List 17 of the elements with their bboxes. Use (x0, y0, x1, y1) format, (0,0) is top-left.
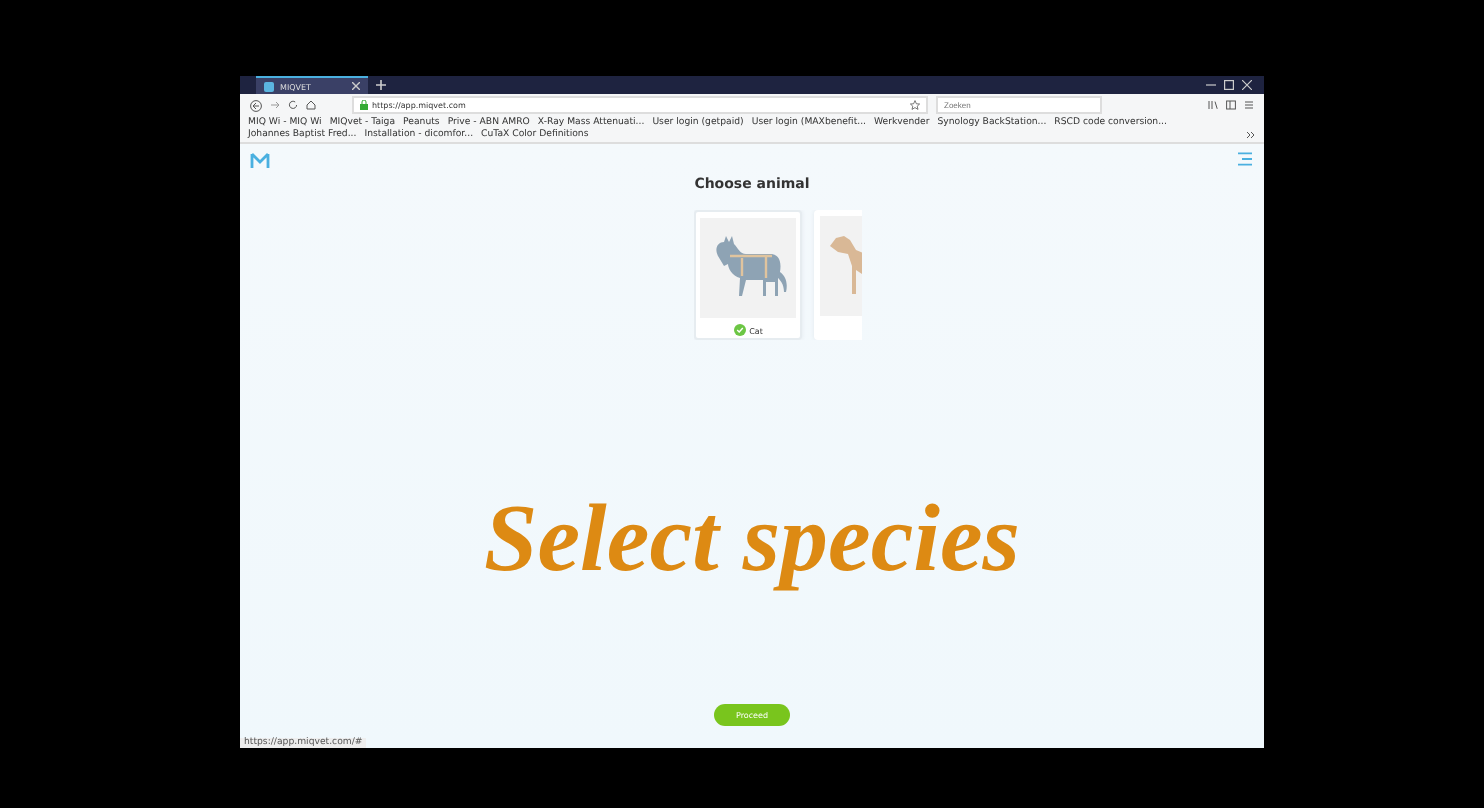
forward-icon[interactable] (270, 100, 280, 110)
maximize-icon[interactable] (1224, 80, 1234, 90)
check-icon (733, 324, 746, 336)
lock-icon (360, 100, 368, 110)
close-icon[interactable] (1242, 80, 1252, 90)
sidebar-icon[interactable] (1226, 100, 1236, 110)
caption-text: Select species (482, 484, 1022, 594)
chevron-icon[interactable] (1246, 130, 1256, 140)
minimize-icon[interactable] (1206, 80, 1216, 90)
library-icon[interactable] (1208, 100, 1218, 110)
back-icon[interactable] (250, 99, 262, 111)
logo-icon (264, 81, 274, 91)
star-icon[interactable] (910, 100, 920, 110)
reload-icon[interactable] (288, 100, 298, 110)
new-tab-icon[interactable] (376, 80, 386, 90)
home-icon[interactable] (306, 100, 316, 110)
close-icon[interactable] (352, 82, 360, 90)
